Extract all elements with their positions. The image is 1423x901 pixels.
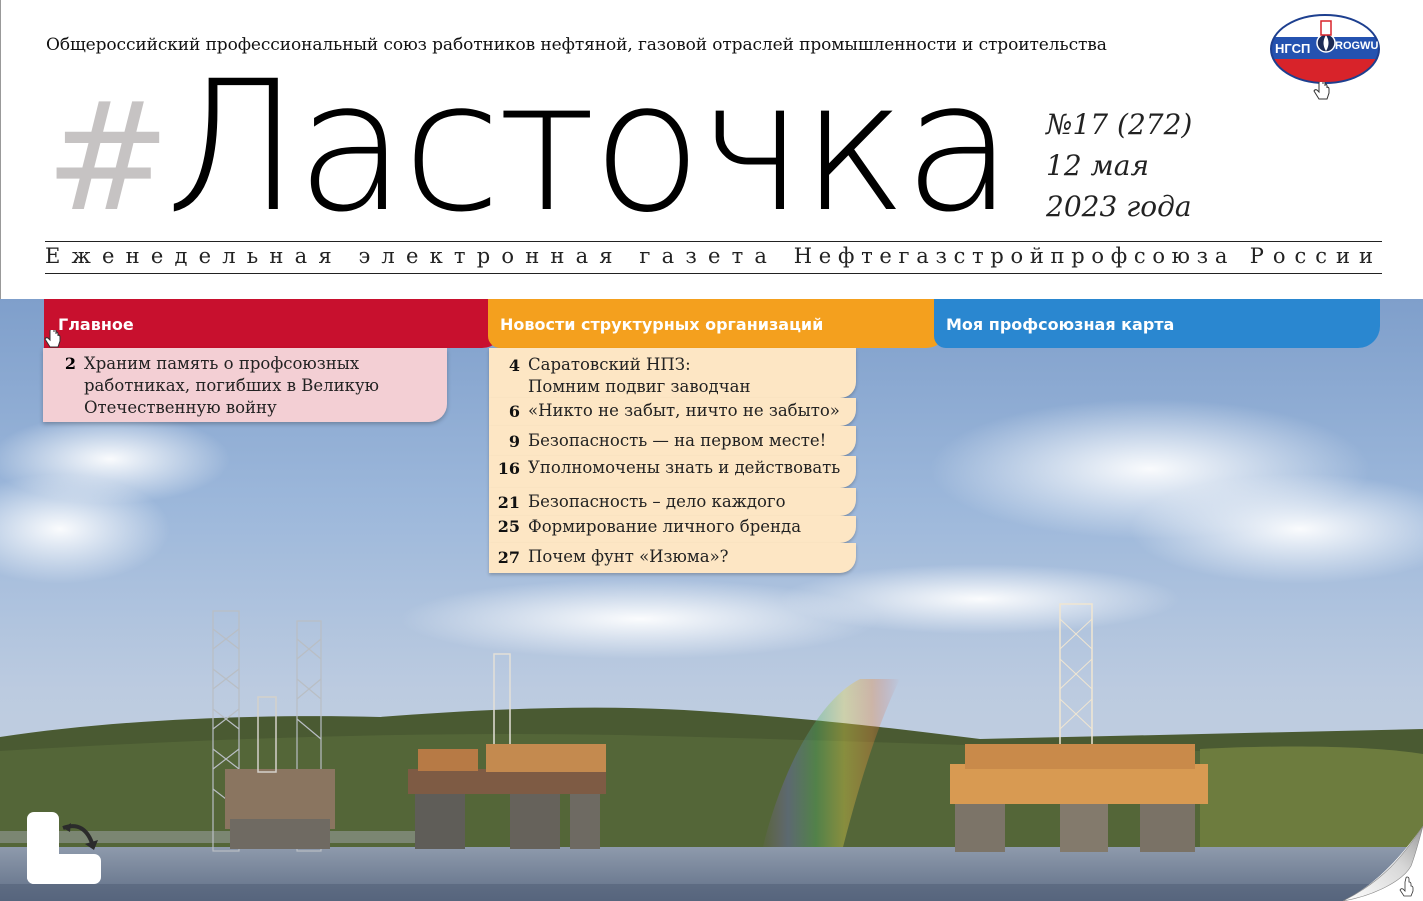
- main-menu-page: 2: [64, 354, 76, 373]
- title-hash: #: [45, 71, 171, 245]
- tagline-rule-bottom: [45, 273, 1382, 274]
- tagline-word: Еженедельная: [45, 244, 343, 268]
- news-menu-title: Саратовский НПЗ: Помним подвиг заводчан: [528, 355, 751, 396]
- rotate-page-icon[interactable]: [25, 810, 103, 886]
- news-menu-item[interactable]: 21 Безопасность – дело каждого: [489, 488, 856, 516]
- tagline-word: газета: [639, 244, 779, 268]
- tagline-word: электронная: [358, 244, 624, 268]
- news-menu: 4 Саратовский НПЗ: Помним подвиг заводча…: [489, 348, 856, 573]
- news-menu-item[interactable]: 25 Формирование личного бренда: [489, 516, 856, 543]
- news-menu-title: Уполномочены знать и действовать: [528, 458, 841, 477]
- tagline-word: России: [1249, 244, 1382, 268]
- news-menu-title: Безопасность — на первом месте!: [528, 431, 827, 450]
- news-menu-item[interactable]: 9 Безопасность — на первом месте!: [489, 426, 856, 456]
- newspaper-title: #Ласточка: [45, 58, 1014, 246]
- issue-date-year: 2023 года: [1046, 190, 1192, 223]
- union-logo-icon[interactable]: НГСП ROGWU: [1269, 13, 1381, 85]
- hand-pointer-icon: [1313, 82, 1330, 100]
- issue-info: №17 (272) 12 мая 2023 года: [1046, 104, 1192, 227]
- tagline-rule-top: [45, 241, 1382, 242]
- svg-text:ROGWU: ROGWU: [1335, 40, 1378, 52]
- tagline-word: Нефтегазстройпрофсоюза: [793, 244, 1235, 268]
- masthead-header: Общероссийский профессиональный союз раб…: [0, 0, 1423, 299]
- tab-structural-news[interactable]: Новости структурных организаций: [488, 299, 948, 348]
- hand-pointer-icon: [44, 330, 61, 348]
- tab-main[interactable]: Главное: [44, 299, 504, 348]
- tagline: Еженедельная электронная газета Нефтегаз…: [45, 244, 1382, 268]
- page-curl-icon[interactable]: [1343, 826, 1423, 901]
- news-menu-title: Почем фунт «Изюма»?: [528, 547, 729, 566]
- news-menu-page: 4: [508, 356, 520, 375]
- issue-number: №17 (272): [1046, 108, 1193, 141]
- main-menu-title: Храним память о профсоюзных работниках, …: [84, 354, 380, 417]
- news-menu-item[interactable]: 4 Саратовский НПЗ: Помним подвиг заводча…: [489, 348, 856, 398]
- news-menu-page: 6: [508, 402, 520, 421]
- main-menu-item[interactable]: 2 Храним память о профсоюзных работниках…: [43, 348, 447, 422]
- title-text: Ласточка: [164, 43, 1014, 252]
- issue-date-day: 12 мая: [1046, 149, 1149, 182]
- tab-structural-news-label: Новости структурных организаций: [500, 315, 824, 334]
- tab-my-union-card[interactable]: Моя профсоюзная карта: [934, 299, 1380, 348]
- news-menu-title: Безопасность – дело каждого: [528, 492, 786, 511]
- tab-main-label: Главное: [58, 315, 134, 334]
- news-menu-title: «Никто не забыт, ничто не забыто»: [528, 401, 840, 420]
- news-menu-page: 25: [497, 517, 520, 536]
- news-menu-page: 27: [497, 548, 520, 567]
- news-menu-page: 21: [497, 493, 520, 512]
- news-menu-page: 16: [497, 459, 520, 478]
- news-menu-item[interactable]: 27 Почем фунт «Изюма»?: [489, 543, 856, 573]
- news-menu-item[interactable]: 16 Уполномочены знать и действовать: [489, 456, 856, 488]
- news-menu-item[interactable]: 6 «Никто не забыт, ничто не забыто»: [489, 398, 856, 426]
- svg-text:НГСП: НГСП: [1275, 41, 1310, 56]
- news-menu-title: Формирование личного бренда: [528, 517, 802, 536]
- news-menu-page: 9: [508, 432, 520, 451]
- tab-my-union-card-label: Моя профсоюзная карта: [946, 315, 1175, 334]
